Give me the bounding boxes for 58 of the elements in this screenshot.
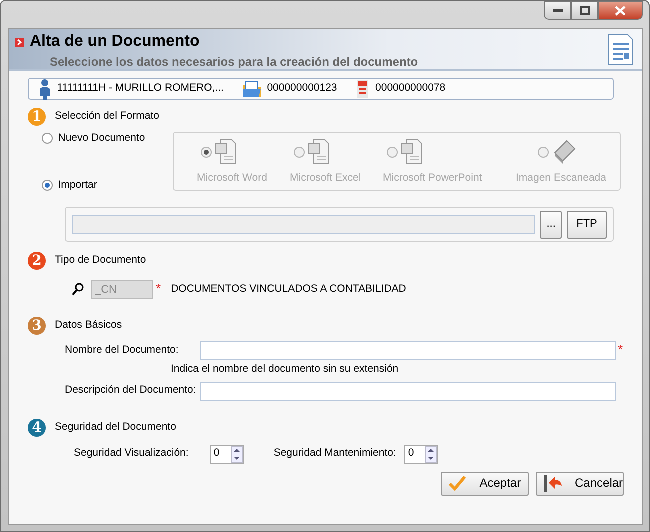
required-mark: * — [618, 342, 624, 359]
document-icon — [308, 139, 332, 165]
step-number: 3 — [28, 317, 46, 335]
radio-option[interactable]: Nuevo Documento — [42, 132, 146, 146]
minimize-icon — [552, 8, 562, 12]
browse-button[interactable]: ... — [540, 210, 562, 238]
minimize-button[interactable] — [544, 1, 571, 20]
document-icon — [355, 78, 370, 100]
spin-arrows-icon — [230, 446, 243, 463]
spinner-label: Seguridad Visualización: — [74, 447, 189, 461]
info-text: 000000000123 — [267, 82, 338, 96]
checkmark-icon — [448, 474, 468, 494]
maximize-icon — [580, 6, 590, 15]
scanner-icon — [552, 139, 576, 165]
section-title: Selección del Formato — [55, 110, 160, 124]
required-mark: * — [156, 281, 162, 298]
spin-arrows-icon — [425, 446, 438, 463]
format-option[interactable] — [387, 139, 425, 165]
maximize-button[interactable] — [571, 1, 598, 20]
format-label: Microsoft PowerPoint — [383, 172, 482, 186]
format-option[interactable] — [201, 139, 239, 165]
document-icon — [400, 139, 425, 165]
ftp-button[interactable]: FTP — [567, 210, 607, 238]
format-label: Imagen Escaneada — [516, 172, 606, 186]
cancel-button[interactable]: Cancelar — [536, 472, 624, 496]
document-icon — [608, 34, 634, 66]
number-spinner[interactable]: 0 — [210, 444, 244, 464]
step-number: 1 — [28, 108, 46, 126]
field-label: Nombre del Documento: — [65, 344, 180, 358]
accept-button[interactable]: Aceptar — [440, 472, 529, 496]
close-button[interactable] — [598, 1, 643, 20]
section-title: Datos Básicos — [55, 319, 122, 333]
radio-option[interactable]: Importar — [42, 179, 98, 193]
number-spinner[interactable]: 0 — [404, 444, 438, 464]
step-number: 2 — [28, 252, 46, 270]
menu-icon — [15, 38, 24, 47]
format-label: Microsoft Word — [197, 172, 268, 186]
format-option[interactable] — [538, 139, 576, 165]
search-icon — [72, 283, 84, 296]
step-number: 4 — [28, 418, 46, 437]
dialog-subtitle: Seleccione los datos necesarios para la creación del documento — [50, 54, 418, 70]
section-title: Seguridad del Documento — [55, 420, 176, 434]
field-label: Descripción del Documento: — [65, 384, 198, 398]
info-text: 11111111H - MURILLO ROMERO,... — [57, 82, 224, 96]
section-title: Tipo de Documento — [55, 254, 146, 268]
format-option[interactable] — [294, 139, 332, 165]
document-icon — [214, 139, 239, 165]
text-field[interactable] — [200, 341, 616, 360]
exit-arrow-icon — [543, 474, 563, 494]
close-icon — [615, 6, 626, 16]
document-type-text: DOCUMENTOS VINCULADOS A CONTABILIDAD — [171, 282, 406, 296]
dialog-title: Alta de un Documento — [30, 32, 200, 52]
hint-text: Indica el nombre del documento sin su extensión — [171, 363, 400, 377]
format-label: Microsoft Excel — [290, 172, 362, 186]
text-field[interactable] — [200, 382, 616, 401]
person-icon — [37, 78, 52, 100]
spinner-label: Seguridad Mantenimiento: — [274, 447, 396, 461]
info-text: 000000000078 — [376, 82, 446, 96]
